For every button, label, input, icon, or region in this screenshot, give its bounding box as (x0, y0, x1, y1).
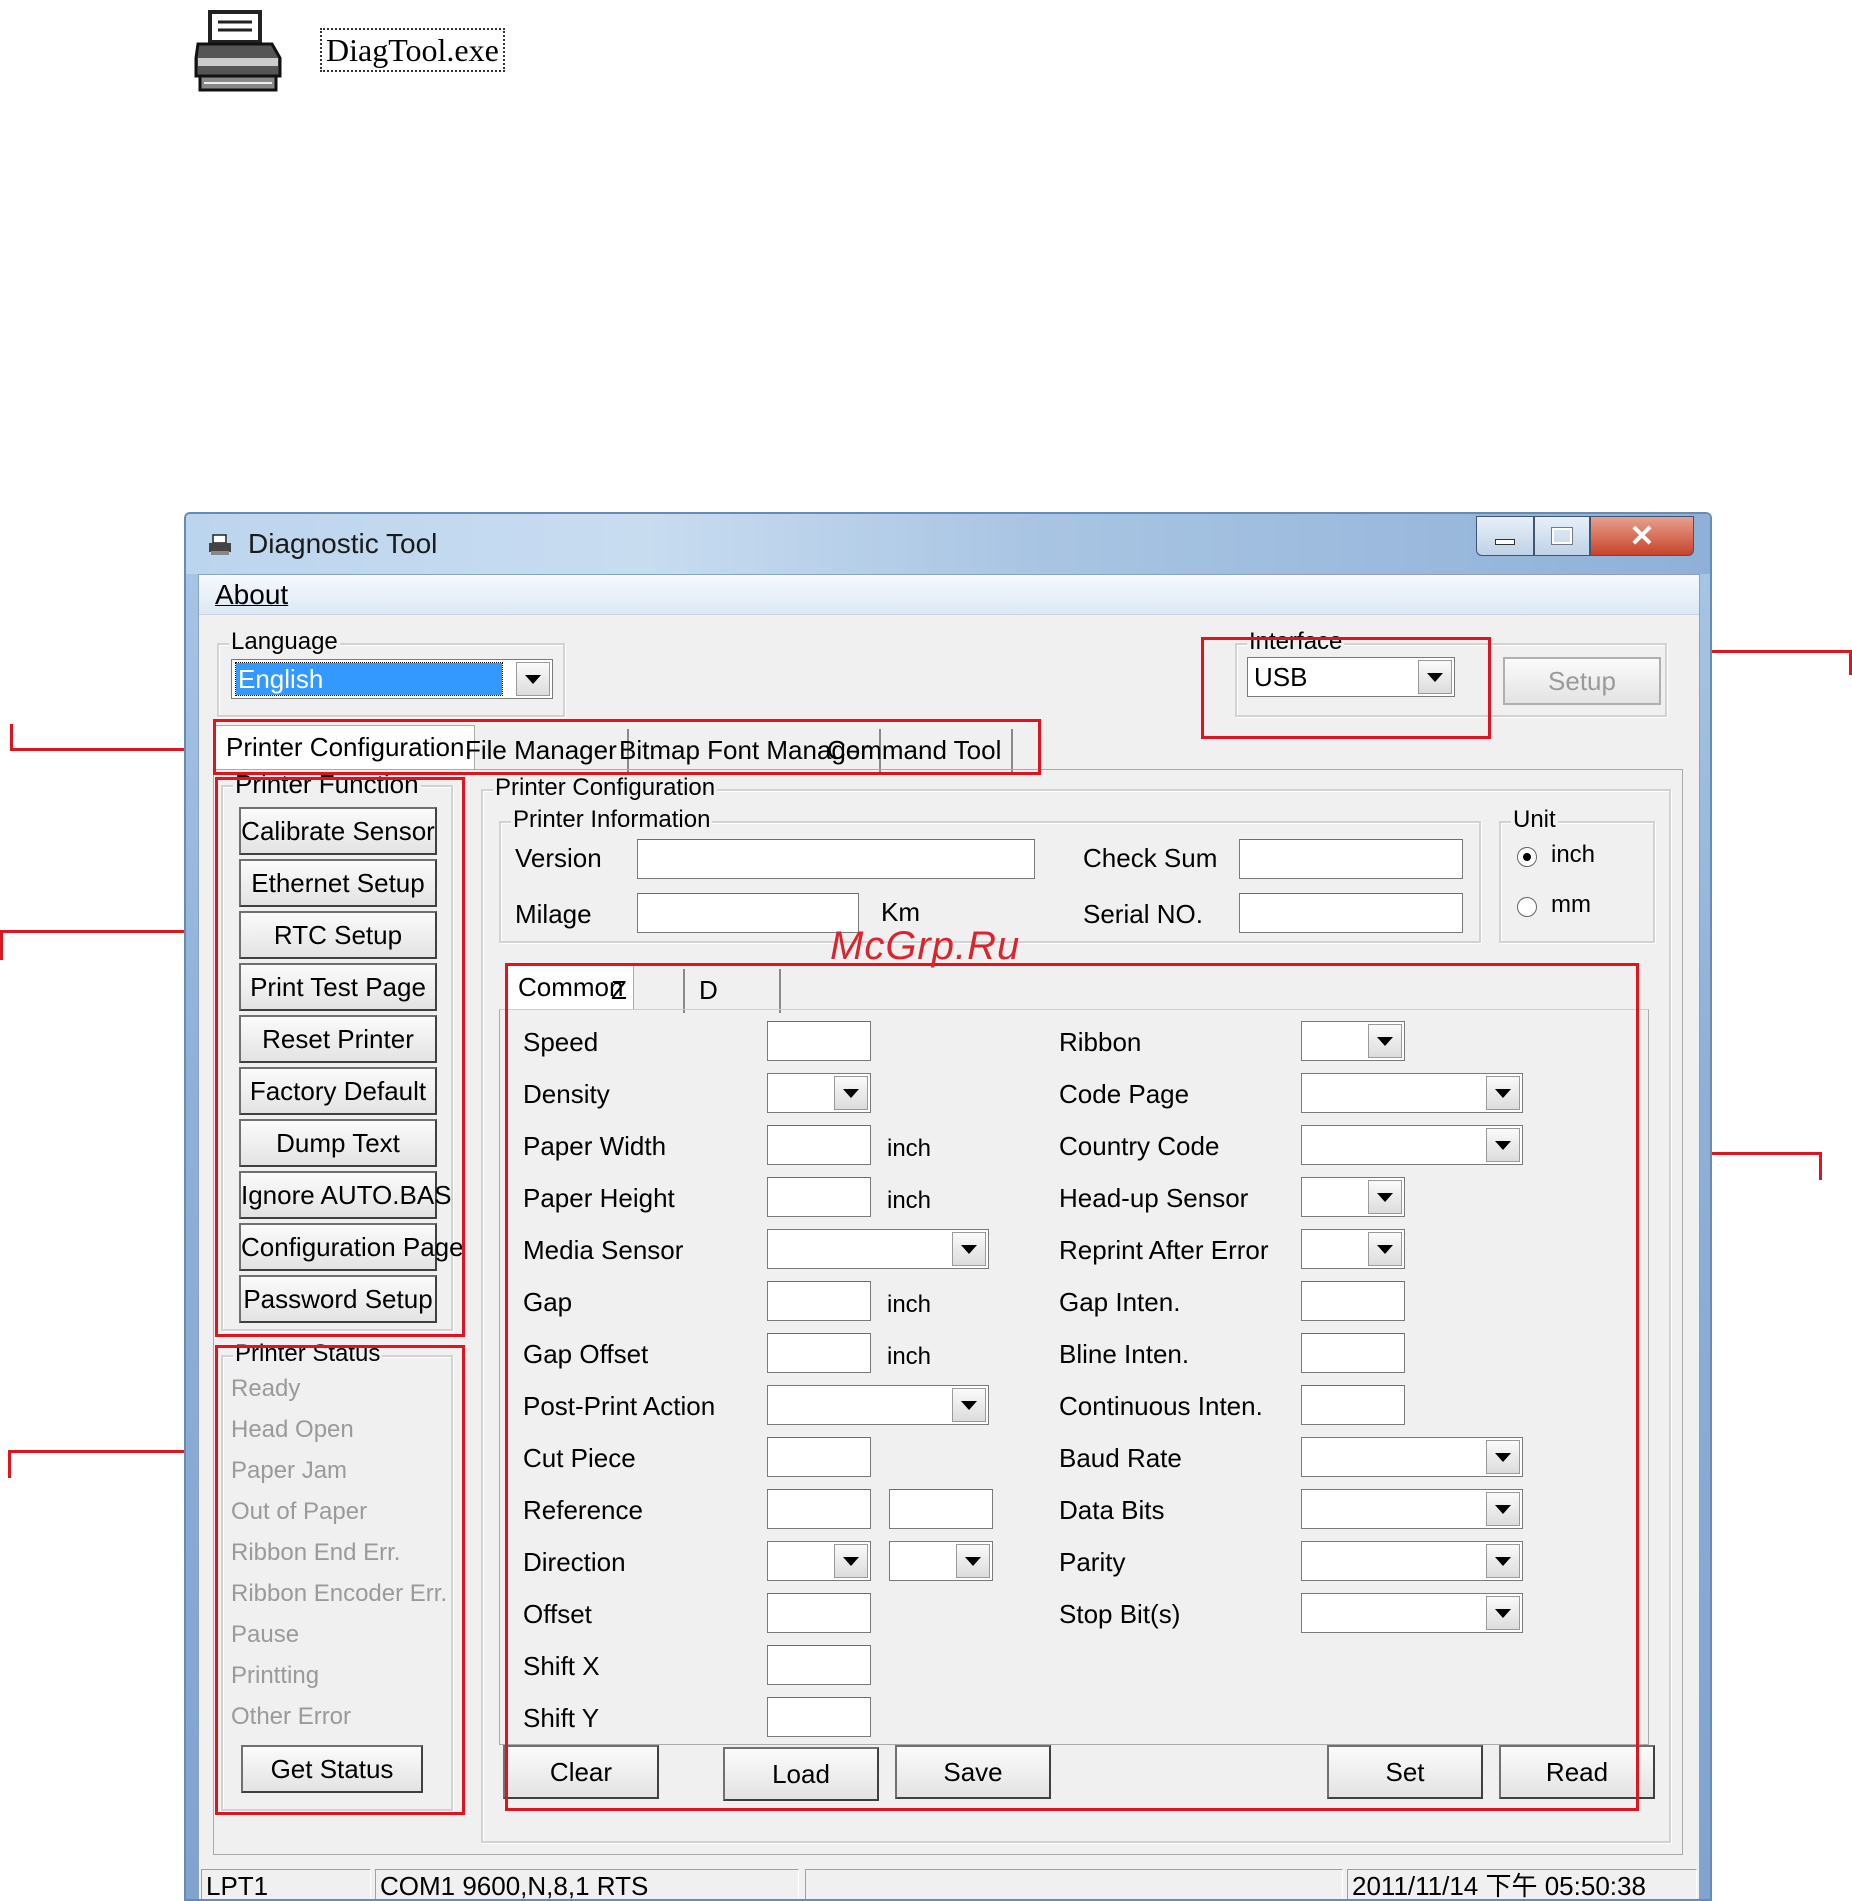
annotation-box-printer-function (215, 777, 465, 1337)
maximize-icon (1551, 527, 1573, 545)
status-panel-port: LPT1 (201, 1869, 371, 1899)
annotation-box-interface (1201, 637, 1491, 739)
unit-label: Unit (1511, 806, 1558, 833)
setup-button[interactable]: Setup (1503, 657, 1661, 705)
milage-label: Milage (515, 899, 592, 929)
window-client-area: About Language English Interface USB Set… (198, 574, 1700, 1899)
minimize-icon (1495, 539, 1515, 545)
unit-inch-label: inch (1551, 841, 1596, 868)
serial-no-label: Serial NO. (1083, 899, 1203, 929)
language-label: Language (229, 628, 340, 655)
menu-about[interactable]: About (215, 579, 288, 611)
close-icon: ✕ (1629, 519, 1655, 553)
annotation-line (10, 724, 13, 751)
close-button[interactable]: ✕ (1590, 516, 1694, 556)
chevron-down-icon[interactable] (516, 662, 550, 696)
unit-mm-label: mm (1551, 891, 1591, 918)
annotation-line (8, 1450, 11, 1478)
annotation-box-tabs (213, 719, 1041, 775)
status-panel-empty (805, 1869, 1343, 1899)
language-value: English (235, 662, 503, 696)
annotation-box-common-settings (505, 963, 1639, 1811)
printer-icon[interactable] (192, 10, 284, 94)
annotation-line (1819, 1152, 1822, 1180)
check-sum-field[interactable] (1239, 839, 1463, 879)
annotation-line (0, 930, 3, 960)
maximize-button[interactable] (1534, 516, 1590, 556)
unit-inch-radio[interactable] (1517, 847, 1537, 867)
title-bar[interactable]: Diagnostic Tool ✕ (186, 514, 1710, 574)
version-label: Version (515, 843, 602, 873)
diagnostic-tool-window: Diagnostic Tool ✕ About Language English… (184, 512, 1712, 1901)
window-title: Diagnostic Tool (248, 528, 438, 559)
printer-information-label: Printer Information (511, 806, 713, 833)
watermark: McGrp.Ru (830, 924, 1021, 968)
printer-icon (209, 534, 231, 555)
status-panel-datetime: 2011/11/14 下午 05:50:38 (1347, 1869, 1697, 1899)
file-name-label[interactable]: DiagTool.exe (320, 28, 505, 72)
version-field[interactable] (637, 839, 1035, 879)
annotation-box-printer-status (215, 1345, 465, 1815)
printer-configuration-label: Printer Configuration (493, 774, 718, 801)
menu-bar: About (199, 575, 1699, 615)
status-panel-com: COM1 9600,N,8,1 RTS (375, 1869, 799, 1899)
minimize-button[interactable] (1476, 516, 1534, 556)
check-sum-label: Check Sum (1083, 843, 1218, 873)
unit-mm-radio[interactable] (1517, 897, 1537, 917)
language-group: Language English (217, 629, 565, 717)
status-bar: LPT1 COM1 9600,N,8,1 RTS 2011/11/14 下午 0… (199, 1865, 1699, 1899)
milage-field[interactable] (637, 893, 859, 933)
annotation-line (0, 930, 214, 933)
serial-no-field[interactable] (1239, 893, 1463, 933)
language-select[interactable]: English (231, 659, 553, 699)
unit-group: Unit (1499, 807, 1655, 943)
